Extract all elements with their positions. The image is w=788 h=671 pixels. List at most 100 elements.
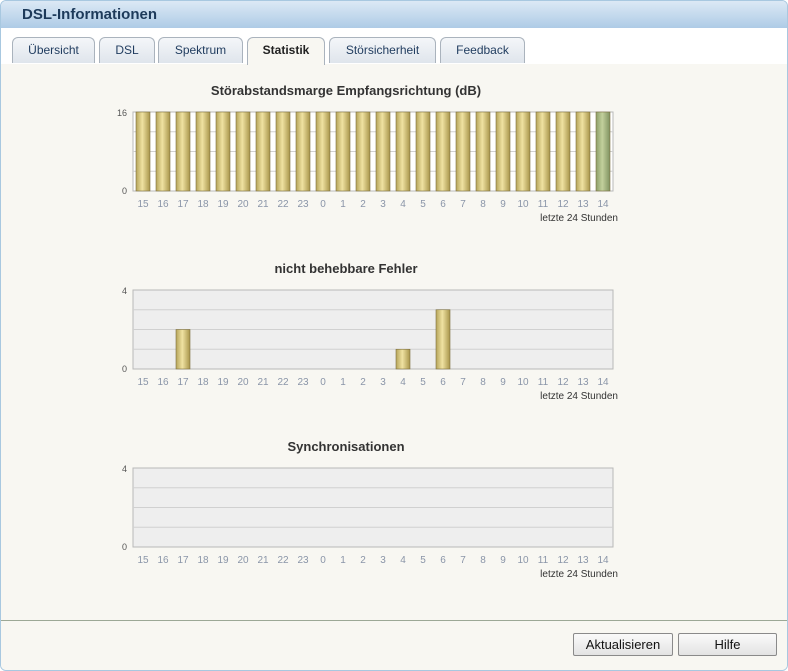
chart-snr-margin: 16015 16 17 18 19 20 21 22 23 0 1 2 3 4 5 6 7 8 9 10 11 12 13 1… — [117, 108, 618, 224]
x-tick-label: 10 — [517, 377, 529, 388]
chart-bar — [235, 111, 251, 192]
x-tick-label: 12 — [557, 199, 569, 210]
x-tick-label: 7 — [460, 555, 466, 566]
chart-bar — [515, 111, 531, 192]
x-tick-label: 6 — [440, 555, 446, 566]
y-tick-label: 16 — [117, 108, 127, 118]
x-tick-label: 21 — [257, 199, 269, 210]
chart-bar — [495, 111, 511, 192]
y-tick-label: 4 — [122, 286, 127, 296]
x-tick-label: 13 — [577, 199, 589, 210]
x-tick-label: 12 — [557, 555, 569, 566]
chart-bar — [395, 111, 411, 192]
x-axis-label: letzte 24 Stunden — [540, 569, 618, 580]
tab-dsl[interactable]: DSL — [99, 37, 155, 63]
chart-bar — [435, 309, 451, 370]
chart-bar — [275, 111, 291, 192]
x-tick-label: 11 — [538, 555, 549, 566]
chart-bar — [335, 111, 351, 192]
tab-stoersicherheit[interactable]: Störsicherheit — [329, 37, 436, 63]
x-tick-label: 16 — [157, 555, 169, 566]
x-tick-label: 22 — [277, 199, 289, 210]
x-tick-label: 23 — [297, 555, 309, 566]
x-tick-label: 8 — [480, 555, 486, 566]
chart-synchronizations: 4015 16 17 18 19 20 21 22 23 0 1 2 3 4 5 6 7 8 9 10 11 12 13 14… — [122, 464, 618, 580]
x-tick-label: 3 — [380, 555, 386, 566]
x-tick-label: 22 — [277, 555, 289, 566]
dsl-info-window: DSL-Informationen Übersicht DSL Spektrum… — [0, 0, 788, 671]
x-tick-label: 19 — [217, 199, 229, 210]
chart-bar — [395, 348, 411, 370]
x-tick-label: 12 — [557, 377, 569, 388]
x-tick-label: 21 — [257, 555, 269, 566]
x-tick-label: 10 — [517, 555, 529, 566]
x-tick-label: 1 — [340, 377, 346, 388]
x-tick-label: 23 — [297, 199, 309, 210]
x-tick-label: 20 — [237, 377, 249, 388]
x-tick-label: 14 — [597, 377, 609, 388]
tab-statistik[interactable]: Statistik — [247, 37, 325, 65]
chart-bar — [175, 329, 191, 370]
chart-bar — [155, 111, 171, 192]
x-tick-label: 16 — [157, 199, 169, 210]
x-tick-label: 23 — [297, 377, 309, 388]
x-tick-label: 21 — [257, 377, 269, 388]
refresh-button[interactable]: Aktualisieren — [573, 633, 673, 656]
chart-uncorrectable-errors: 4015 16 17 18 19 20 21 22 23 0 1 2 3 4 5 6 7 8 9 10 11 12 13 14… — [122, 286, 618, 402]
help-button[interactable]: Hilfe — [678, 633, 777, 656]
chart-bar — [215, 111, 231, 192]
x-tick-label: 18 — [197, 555, 209, 566]
chart-title-uncorrectable-errors: nicht behebbare Fehler — [274, 261, 418, 276]
x-tick-label: 2 — [360, 555, 366, 566]
tab-bar: Übersicht DSL Spektrum Statistik Störsic… — [1, 28, 787, 65]
x-axis-label: letzte 24 Stunden — [540, 213, 618, 224]
y-tick-label: 4 — [122, 464, 127, 474]
x-tick-label: 2 — [360, 199, 366, 210]
x-tick-label: 5 — [420, 199, 426, 210]
x-tick-label: 14 — [597, 199, 609, 210]
chart-bar — [375, 111, 391, 192]
tab-spektrum[interactable]: Spektrum — [158, 37, 243, 63]
x-tick-label: 4 — [400, 377, 406, 388]
x-tick-label: 15 — [137, 555, 149, 566]
x-tick-label: 17 — [177, 377, 189, 388]
x-tick-label: 2 — [360, 377, 366, 388]
tab-feedback[interactable]: Feedback — [440, 37, 525, 63]
x-tick-label: 7 — [460, 377, 466, 388]
x-tick-label: 6 — [440, 377, 446, 388]
x-tick-label: 15 — [137, 377, 149, 388]
x-tick-label: 0 — [320, 199, 326, 210]
chart-bar — [575, 111, 591, 192]
chart-bar — [555, 111, 571, 192]
chart-bar — [315, 111, 331, 192]
chart-bar — [295, 111, 311, 192]
x-tick-label: 13 — [577, 377, 589, 388]
x-tick-label: 10 — [517, 199, 529, 210]
chart-bar — [455, 111, 471, 192]
chart-bar — [195, 111, 211, 192]
chart-bar — [475, 111, 491, 192]
chart-bar — [135, 111, 151, 192]
x-tick-label: 5 — [420, 555, 426, 566]
button-bar: Aktualisieren Hilfe — [1, 620, 787, 670]
window-title: DSL-Informationen — [22, 6, 157, 23]
x-tick-label: 19 — [217, 555, 229, 566]
chart-bar — [355, 111, 371, 192]
x-tick-label: 0 — [320, 377, 326, 388]
y-tick-label: 0 — [122, 542, 127, 552]
x-tick-label: 14 — [597, 555, 609, 566]
x-tick-label: 19 — [217, 377, 229, 388]
x-tick-label: 3 — [380, 377, 386, 388]
x-tick-label: 20 — [237, 555, 249, 566]
y-tick-label: 0 — [122, 364, 127, 374]
tab-uebersicht[interactable]: Übersicht — [12, 37, 95, 63]
x-tick-label: 1 — [340, 199, 346, 210]
statistics-panel: Störabstandsmarge Empfangsrichtung (dB) … — [1, 64, 787, 620]
window-titlebar: DSL-Informationen — [1, 1, 787, 29]
chart-bar — [415, 111, 431, 192]
x-tick-label: 8 — [480, 377, 486, 388]
chart-bar — [175, 111, 191, 192]
chart-bar — [435, 111, 451, 192]
x-tick-label: 17 — [177, 199, 189, 210]
x-tick-label: 5 — [420, 377, 426, 388]
